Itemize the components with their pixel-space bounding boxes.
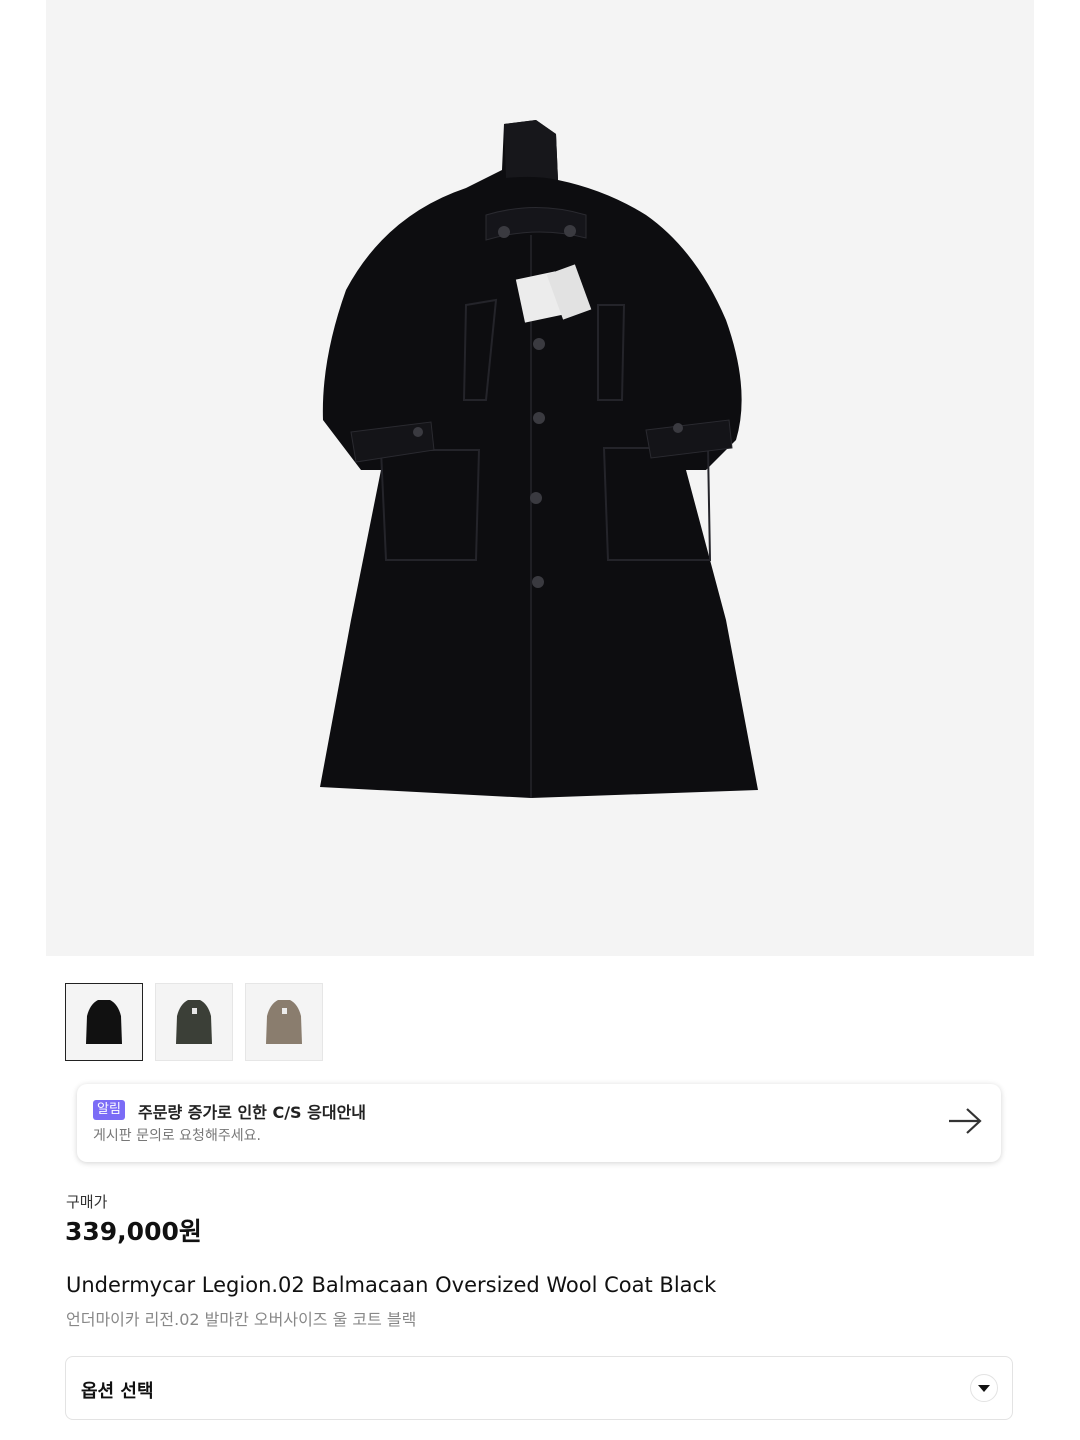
coat-thumbnail-icon: [176, 1000, 212, 1044]
arrow-right-icon: [947, 1106, 983, 1140]
option-select-dropdown[interactable]: 옵션 선택: [65, 1356, 1013, 1420]
price-label: 구매가: [66, 1193, 108, 1211]
thumbnail-strip: [65, 983, 323, 1061]
thumbnail-olive[interactable]: [155, 983, 233, 1061]
product-main-image: [46, 0, 1034, 956]
price-value: 339,000원: [65, 1217, 202, 1246]
notice-title: 주문량 증가로 인한 C/S 응대안내: [138, 1103, 367, 1122]
notice-badge: 알림: [93, 1100, 125, 1120]
coat-image: [320, 120, 758, 798]
product-title: Undermycar Legion.02 Balmacaan Oversized…: [66, 1273, 717, 1297]
notice-subtitle: 게시판 문의로 요청해주세요.: [93, 1128, 261, 1144]
coat-thumbnail-icon: [86, 1000, 122, 1044]
chevron-down-icon: [970, 1374, 998, 1402]
thumbnail-black[interactable]: [65, 983, 143, 1061]
option-select-label: 옵션 선택: [81, 1381, 154, 1402]
cs-notice-banner[interactable]: 알림 주문량 증가로 인한 C/S 응대안내 게시판 문의로 요청해주세요.: [77, 1084, 1001, 1162]
thumbnail-taupe[interactable]: [245, 983, 323, 1061]
coat-thumbnail-icon: [266, 1000, 302, 1044]
product-title-korean: 언더마이카 리전.02 발마칸 오버사이즈 울 코트 블랙: [66, 1310, 417, 1329]
